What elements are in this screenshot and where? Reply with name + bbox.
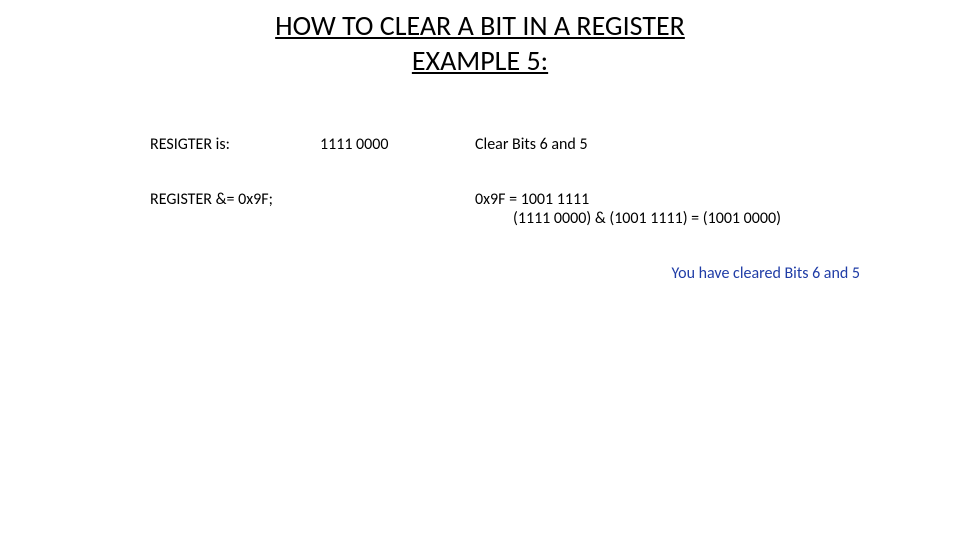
explanation-block: 0x9F = 1001 1111 (1111 0000) & (1001 111… (475, 190, 900, 228)
title-line-2: EXAMPLE 5: (412, 43, 548, 78)
title-line-1: HOW TO CLEAR A BIT IN A REGISTER (275, 8, 685, 43)
operation-row: REGISTER &= 0x9F; 0x9F = 1001 1111 (1111… (150, 190, 900, 228)
register-value: 1111 0000 (320, 135, 475, 154)
hex-expansion: 0x9F = 1001 1111 (475, 190, 900, 209)
result-text: You have cleared Bits 6 and 5 (150, 264, 900, 283)
slide-title: HOW TO CLEAR A BIT IN A REGISTER EXAMPLE… (0, 0, 960, 78)
register-label: RESIGTER is: (150, 135, 320, 154)
instruction-text: Clear Bits 6 and 5 (475, 135, 900, 154)
content-area: RESIGTER is: 1111 0000 Clear Bits 6 and … (150, 135, 900, 283)
register-row: RESIGTER is: 1111 0000 Clear Bits 6 and … (150, 135, 900, 154)
code-statement: REGISTER &= 0x9F; (150, 190, 475, 228)
and-calculation: (1111 0000) & (1001 1111) = (1001 0000) (475, 209, 900, 228)
